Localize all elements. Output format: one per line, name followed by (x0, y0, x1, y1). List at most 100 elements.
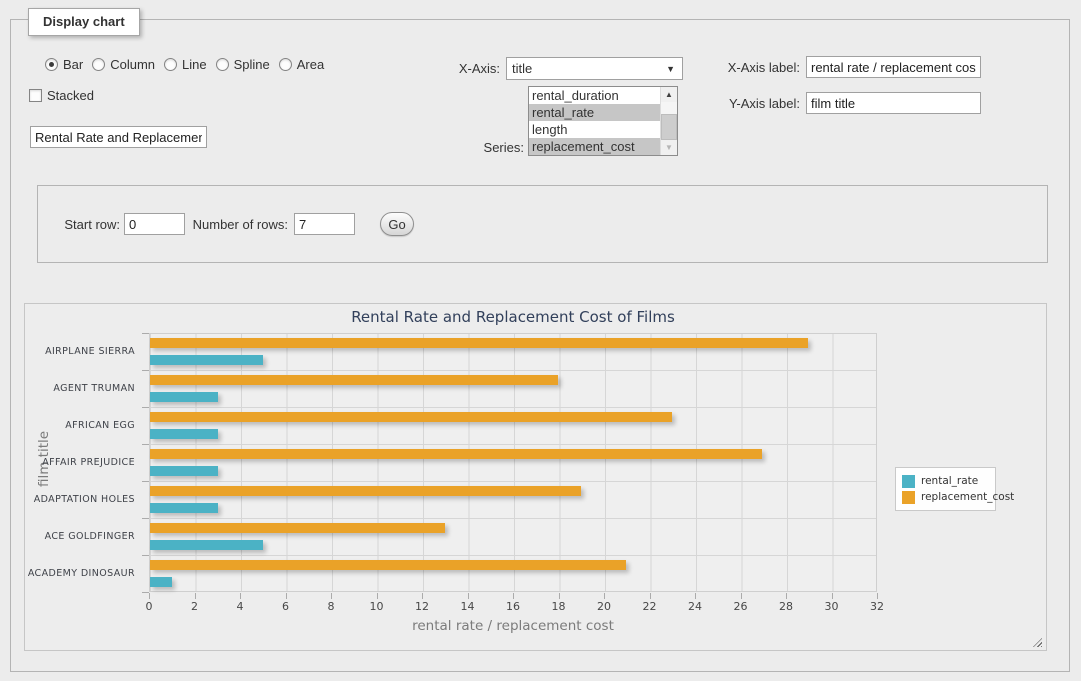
x-tick-mark (695, 593, 696, 599)
y-axis-category-labels: AIRPLANE SIERRAAGENT TRUMANAFRICAN EGGAF… (25, 333, 143, 592)
x-tick-label: 10 (362, 600, 392, 613)
scrollbar-thumb[interactable] (661, 114, 677, 140)
y-tick-mark (142, 444, 149, 445)
chart-type-radio-group: Bar Column Line Spline Area (45, 57, 333, 72)
x-tick-label: 28 (771, 600, 801, 613)
bar-replacement_cost (150, 375, 558, 385)
series-option-rental_duration[interactable]: rental_duration (529, 87, 660, 104)
category-label: AIRPLANE SIERRA (25, 333, 143, 370)
x-tick-label: 12 (407, 600, 437, 613)
x-tick-label: 6 (271, 600, 301, 613)
x-tick-label: 2 (180, 600, 210, 613)
x-tick-label: 8 (316, 600, 346, 613)
category-label: ADAPTATION HOLES (25, 481, 143, 518)
radio-label-line: Line (182, 57, 207, 72)
plot-row-4 (150, 445, 876, 482)
chart-panel: Rental Rate and Replacement Cost of Film… (24, 303, 1047, 651)
category-label: ACE GOLDFINGER (25, 518, 143, 555)
x-tick-label: 14 (453, 600, 483, 613)
go-button[interactable]: Go (380, 212, 414, 236)
scrollbar-up-icon[interactable]: ▲ (661, 87, 677, 102)
x-tick-label: 30 (817, 600, 847, 613)
chevron-down-icon: ▼ (666, 64, 675, 74)
bar-rental_rate (150, 429, 218, 439)
x-tick-mark (604, 593, 605, 599)
bar-rental_rate (150, 392, 218, 402)
x-tick-mark (149, 593, 150, 599)
x-tick-mark (650, 593, 651, 599)
radio-label-bar: Bar (63, 57, 83, 72)
x-tick-label: 24 (680, 600, 710, 613)
series-options: rental_durationrental_ratelengthreplacem… (529, 87, 660, 155)
radio-spline-icon (216, 58, 229, 71)
legend-label: rental_rate (921, 475, 978, 487)
x-tick-label: 20 (589, 600, 619, 613)
x-tick-mark (832, 593, 833, 599)
x-tick-label: 16 (498, 600, 528, 613)
radio-option-spline[interactable]: Spline (216, 57, 270, 72)
y-axis-label-input[interactable] (806, 92, 981, 114)
plot-row-7 (150, 556, 876, 593)
x-axis-select-label: X-Axis: (400, 61, 500, 76)
x-tick-mark (877, 593, 878, 599)
radio-area-icon (279, 58, 292, 71)
legend-item-rental_rate: rental_rate (902, 473, 989, 489)
resize-grip-icon[interactable] (1033, 638, 1042, 647)
radio-option-line[interactable]: Line (164, 57, 207, 72)
radio-column-icon (92, 58, 105, 71)
x-tick-mark (559, 593, 560, 599)
plot-row-5 (150, 482, 876, 519)
bar-replacement_cost (150, 412, 672, 422)
radio-option-bar[interactable]: Bar (45, 57, 83, 72)
bar-replacement_cost (150, 338, 808, 348)
start-row-input[interactable] (124, 213, 185, 235)
bar-replacement_cost (150, 523, 445, 533)
series-option-replacement_cost[interactable]: replacement_cost (529, 138, 660, 155)
y-tick-mark (142, 370, 149, 371)
series-option-rental_rate[interactable]: rental_rate (529, 104, 660, 121)
legend-swatch-icon (902, 491, 915, 504)
x-tick-label: 0 (134, 600, 164, 613)
y-tick-mark (142, 407, 149, 408)
legend-label: replacement_cost (921, 491, 1014, 503)
number-of-rows-label: Number of rows: (190, 217, 288, 232)
x-tick-mark (286, 593, 287, 599)
series-scrollbar[interactable]: ▲ ▼ (660, 87, 677, 155)
x-tick-label: 26 (726, 600, 756, 613)
stacked-label: Stacked (47, 88, 94, 103)
x-axis-label-input[interactable] (806, 56, 981, 78)
x-axis-title: rental rate / replacement cost (149, 618, 877, 634)
bar-rental_rate (150, 355, 263, 365)
rows-panel (37, 185, 1048, 263)
y-axis-label-caption: Y-Axis label: (700, 96, 800, 111)
plot-row-3 (150, 408, 876, 445)
x-tick-mark (377, 593, 378, 599)
radio-bar-icon (45, 58, 58, 71)
stacked-checkbox[interactable] (29, 89, 42, 102)
plot-area (149, 333, 877, 592)
chart-title: Rental Rate and Replacement Cost of Film… (149, 308, 877, 326)
x-axis-selected-value: title (512, 61, 532, 76)
series-listbox: rental_durationrental_ratelengthreplacem… (528, 86, 678, 156)
x-axis-select[interactable]: title ▼ (506, 57, 683, 80)
bar-replacement_cost (150, 449, 762, 459)
radio-line-icon (164, 58, 177, 71)
number-of-rows-input[interactable] (294, 213, 355, 235)
radio-option-column[interactable]: Column (92, 57, 155, 72)
x-tick-label: 22 (635, 600, 665, 613)
category-label: AGENT TRUMAN (25, 370, 143, 407)
bar-replacement_cost (150, 560, 626, 570)
y-tick-mark (142, 592, 149, 593)
x-axis-label-caption: X-Axis label: (700, 60, 800, 75)
series-option-length[interactable]: length (529, 121, 660, 138)
plot-row-2 (150, 371, 876, 408)
radio-label-column: Column (110, 57, 155, 72)
x-tick-mark (240, 593, 241, 599)
bar-rental_rate (150, 540, 263, 550)
radio-label-area: Area (297, 57, 324, 72)
y-tick-mark (142, 333, 149, 334)
chart-title-input[interactable] (30, 126, 207, 148)
scrollbar-down-icon[interactable]: ▼ (661, 140, 677, 155)
radio-option-area[interactable]: Area (279, 57, 324, 72)
x-tick-label: 4 (225, 600, 255, 613)
